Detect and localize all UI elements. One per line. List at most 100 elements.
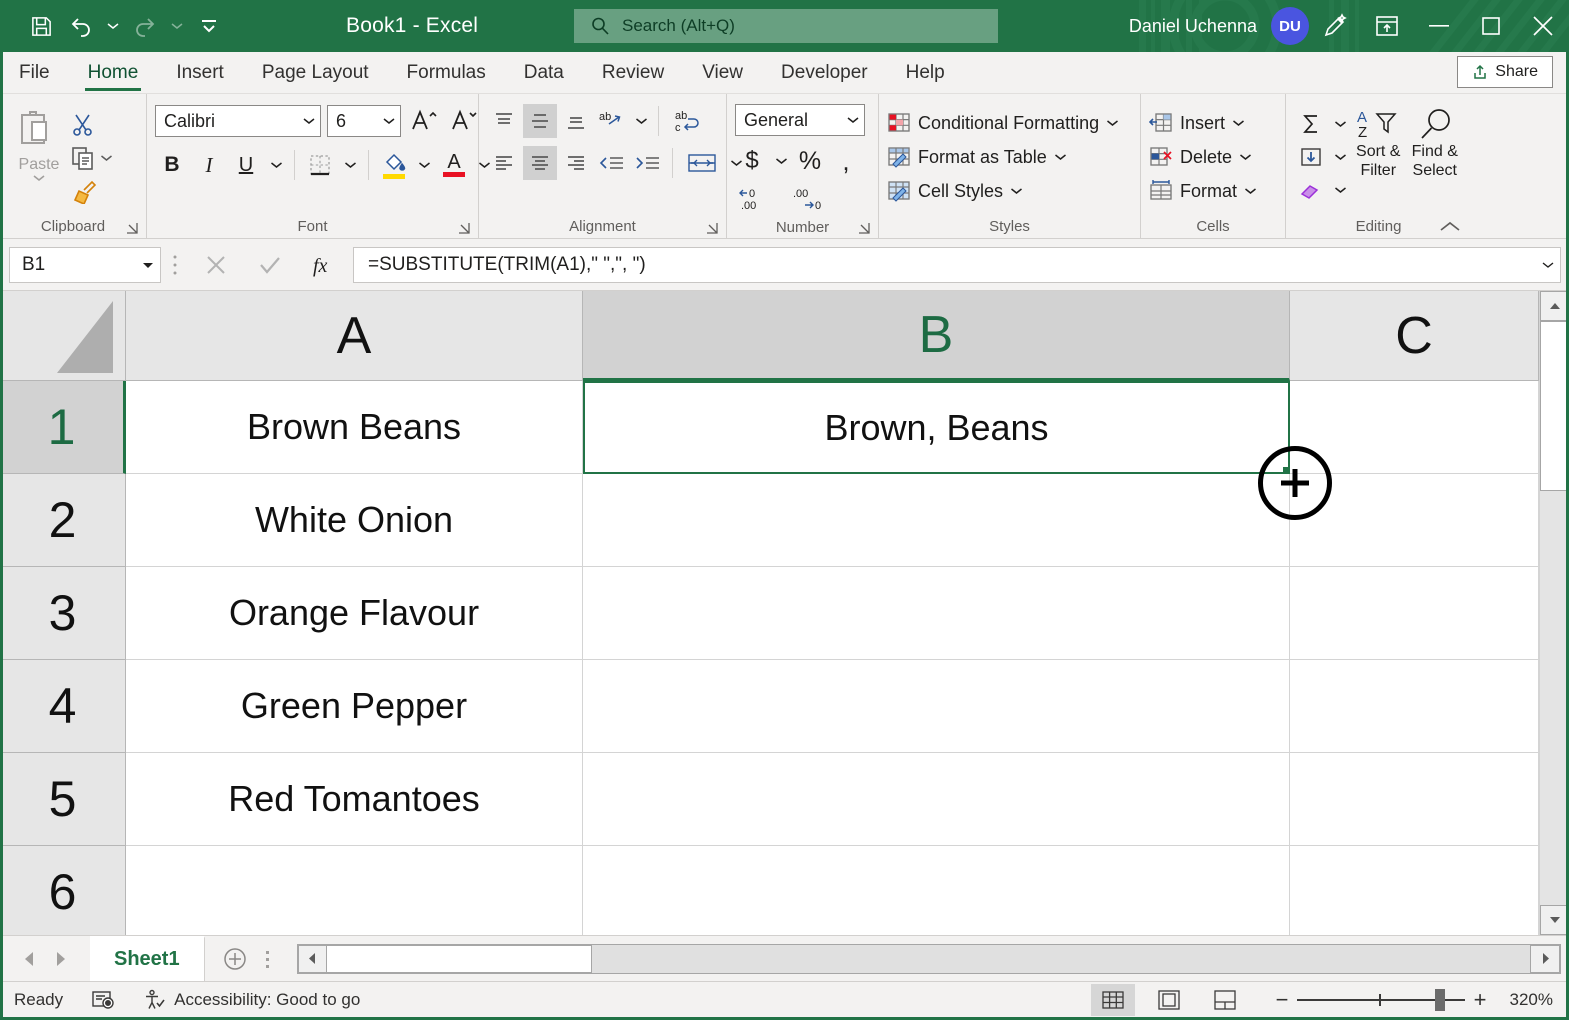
tab-file[interactable]: File <box>0 53 69 93</box>
decrease-indent-icon[interactable] <box>595 146 629 180</box>
format-cells-button[interactable]: Format <box>1149 174 1257 208</box>
cell-a6[interactable] <box>126 846 583 935</box>
align-left-icon[interactable] <box>487 146 521 180</box>
cell-b5[interactable] <box>583 753 1290 846</box>
minimize-button[interactable] <box>1413 0 1465 52</box>
enter-formula-icon[interactable] <box>243 247 297 283</box>
tab-formulas[interactable]: Formulas <box>388 53 505 93</box>
cut-button[interactable] <box>70 110 113 140</box>
cell-b1[interactable]: Brown, Beans <box>583 381 1290 474</box>
undo-chevron-down-icon[interactable] <box>102 8 124 44</box>
copy-button[interactable] <box>70 143 113 173</box>
formula-input[interactable]: =SUBSTITUTE(TRIM(A1)," ",", ") <box>353 247 1535 283</box>
view-page-break-preview-icon[interactable] <box>1203 984 1247 1016</box>
sheet-tab-sheet1[interactable]: Sheet1 <box>90 936 205 982</box>
cell-c4[interactable] <box>1290 660 1539 753</box>
tab-help[interactable]: Help <box>887 53 964 93</box>
cell-a4[interactable]: Green Pepper <box>126 660 583 753</box>
undo-icon[interactable] <box>62 8 100 44</box>
previous-sheet-icon[interactable] <box>22 951 36 967</box>
horizontal-scrollbar[interactable] <box>265 936 1569 982</box>
name-box[interactable]: B1 <box>9 247 161 283</box>
scroll-right-arrow-icon[interactable] <box>1530 945 1560 973</box>
row-header-1[interactable]: 1 <box>0 381 126 474</box>
tab-insert[interactable]: Insert <box>157 53 243 93</box>
column-header-a[interactable]: A <box>126 291 583 381</box>
tab-home[interactable]: Home <box>69 53 158 93</box>
number-dialog-launcher-icon[interactable] <box>857 221 871 235</box>
clear-icon[interactable] <box>1294 173 1328 207</box>
find-and-select-button[interactable]: Find & Select <box>1407 106 1464 180</box>
cell-b2[interactable] <box>583 474 1290 567</box>
fill-color-icon[interactable] <box>377 148 411 182</box>
underline-chevron-down-icon[interactable] <box>266 148 286 182</box>
cell-c6[interactable] <box>1290 846 1539 935</box>
format-painter-button[interactable] <box>70 176 113 206</box>
horizontal-scroll-track[interactable] <box>297 944 1561 974</box>
align-right-icon[interactable] <box>559 146 593 180</box>
conditional-formatting-button[interactable]: Conditional Formatting <box>887 106 1119 140</box>
cell-c1[interactable] <box>1290 381 1539 474</box>
scroll-up-arrow-icon[interactable] <box>1540 291 1569 321</box>
copy-chevron-down-icon[interactable] <box>100 154 113 162</box>
cell-c2[interactable] <box>1290 474 1539 567</box>
tab-view[interactable]: View <box>683 53 762 93</box>
cell-c3[interactable] <box>1290 567 1539 660</box>
view-normal-icon[interactable] <box>1091 984 1135 1016</box>
tab-data[interactable]: Data <box>505 53 583 93</box>
vertical-scroll-track[interactable] <box>1540 321 1569 905</box>
wrap-text-icon[interactable]: ab c <box>666 104 710 138</box>
redo-icon[interactable] <box>126 8 164 44</box>
column-header-b[interactable]: B <box>583 291 1290 381</box>
add-sheet-icon[interactable] <box>205 946 265 972</box>
font-dialog-launcher-icon[interactable] <box>457 221 471 235</box>
alignment-dialog-launcher-icon[interactable] <box>705 221 719 235</box>
increase-decimal-icon[interactable]: 0 .00 <box>735 182 783 216</box>
autosum-icon[interactable] <box>1294 107 1328 141</box>
avatar[interactable]: DU <box>1271 7 1309 45</box>
cell-c5[interactable] <box>1290 753 1539 846</box>
cell-b6[interactable] <box>583 846 1290 935</box>
accounting-format-icon[interactable]: $ <box>735 144 769 178</box>
increase-indent-icon[interactable] <box>631 146 665 180</box>
macro-record-button[interactable] <box>77 990 129 1010</box>
save-icon[interactable] <box>22 8 60 44</box>
paste-chevron-down-icon[interactable] <box>32 174 46 183</box>
cell-b4[interactable] <box>583 660 1290 753</box>
fill-icon[interactable] <box>1294 140 1328 174</box>
cell-b3[interactable] <box>583 567 1290 660</box>
paste-button[interactable]: Paste <box>8 104 70 183</box>
delete-cells-button[interactable]: Delete <box>1149 140 1252 174</box>
fill-chevron-down-icon[interactable] <box>1330 140 1350 174</box>
zoom-in-button[interactable]: + <box>1465 987 1495 1013</box>
decrease-font-size-icon[interactable] <box>447 104 481 138</box>
close-button[interactable] <box>1517 0 1569 52</box>
column-header-c[interactable]: C <box>1290 291 1539 381</box>
vertical-scrollbar[interactable] <box>1539 291 1569 935</box>
middle-align-icon[interactable] <box>523 104 557 138</box>
font-name-combo[interactable]: Calibri <box>155 105 321 137</box>
row-header-3[interactable]: 3 <box>0 567 126 660</box>
decrease-decimal-icon[interactable]: .00 0 <box>785 182 833 216</box>
vertical-scroll-thumb[interactable] <box>1540 321 1569 491</box>
next-sheet-icon[interactable] <box>54 951 68 967</box>
accessibility-status[interactable]: Accessibility: Good to go <box>129 989 374 1011</box>
borders-icon[interactable] <box>303 148 337 182</box>
merge-and-center-icon[interactable] <box>680 146 724 180</box>
fill-handle[interactable] <box>1283 467 1290 474</box>
top-align-icon[interactable] <box>487 104 521 138</box>
orientation-icon[interactable]: ab <box>595 104 629 138</box>
zoom-out-button[interactable]: − <box>1267 987 1297 1013</box>
clipboard-dialog-launcher-icon[interactable] <box>125 221 139 235</box>
scrollbar-split-grip[interactable] <box>265 949 297 969</box>
share-button[interactable]: Share <box>1457 56 1553 88</box>
horizontal-scroll-thumb[interactable] <box>326 945 592 973</box>
cell-a2[interactable]: White Onion <box>126 474 583 567</box>
scroll-down-arrow-icon[interactable] <box>1540 905 1569 935</box>
cancel-formula-icon[interactable] <box>189 247 243 283</box>
insert-function-icon[interactable]: fx <box>297 247 351 283</box>
expand-formula-bar-icon[interactable] <box>1535 247 1561 283</box>
zoom-slider[interactable]: − + <box>1267 987 1495 1013</box>
customize-qat-icon[interactable] <box>190 8 228 44</box>
scroll-left-arrow-icon[interactable] <box>298 945 328 973</box>
